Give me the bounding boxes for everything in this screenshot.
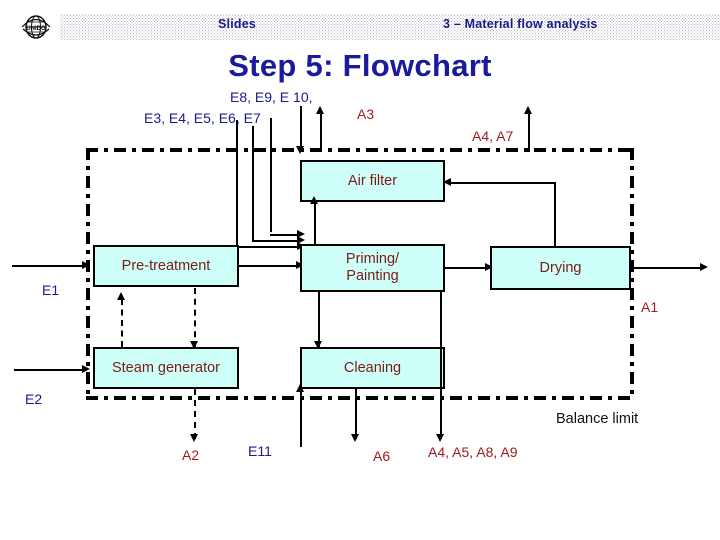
connector-pretreat-to-priming <box>239 265 299 267</box>
arrowhead-a4-a7 <box>524 106 532 114</box>
connector-drying-to-airfilter-h <box>450 182 556 184</box>
arrowhead-steam-to-pretreat <box>117 292 125 300</box>
arrowhead-e1 <box>82 261 90 269</box>
header-right-label: 3 – Material flow analysis <box>443 17 598 31</box>
arrowhead-drying-to-airfilter <box>443 178 451 186</box>
arrowhead-e8-e10 <box>296 146 304 154</box>
connector-e-line-3 <box>270 118 272 232</box>
header-band <box>60 14 720 40</box>
process-box-cleaning-label: Cleaning <box>343 359 402 376</box>
label-output-a2: A2 <box>182 447 200 463</box>
label-output-a6: A6 <box>373 448 391 464</box>
page-title: Step 5: Flowchart <box>228 48 492 83</box>
process-box-air-filter-label: Air filter <box>347 172 398 189</box>
connector-priming-to-drying <box>445 267 490 269</box>
arrowhead-a3 <box>316 106 324 114</box>
process-box-priming-painting-label-1: Priming/ <box>345 251 400 268</box>
label-output-a4-a5-a8-a9: A4, A5, A8, A9 <box>428 444 518 460</box>
process-box-priming-painting[interactable]: Priming/ Painting <box>300 244 445 292</box>
process-box-pre-treatment[interactable]: Pre-treatment <box>93 245 239 287</box>
connector-a4-a7 <box>528 112 530 152</box>
label-input-e11: E11 <box>248 443 272 459</box>
connector-steam-to-pretreat <box>121 299 123 347</box>
connector-a2-dashed <box>194 389 196 439</box>
arrowhead-a6 <box>351 434 359 442</box>
arrowhead-a4-a5-a8-a9 <box>436 434 444 442</box>
connector-a1 <box>631 267 703 269</box>
process-box-cleaning[interactable]: Cleaning <box>300 347 445 389</box>
connector-pretreat-down-dashed <box>194 288 196 348</box>
label-output-a4-a7: A4, A7 <box>472 128 514 144</box>
connector-a4-a5-a8-a9 <box>440 292 442 439</box>
arrowhead-a1 <box>700 263 708 271</box>
connector-e-line-1b <box>236 246 300 248</box>
arrowhead-priming-to-airfilter <box>310 196 318 204</box>
process-box-drying-label: Drying <box>539 259 582 276</box>
connector-a3 <box>320 112 322 152</box>
connector-e-line-1 <box>236 120 238 248</box>
process-box-steam-generator-label: Steam generator <box>111 359 220 376</box>
arrowhead-e-3 <box>297 230 305 238</box>
label-output-a3: A3 <box>357 106 375 122</box>
slide-canvas: UNIDO Slides 3 – Material flow analysis … <box>0 0 720 540</box>
connector-e-line-2 <box>252 126 254 242</box>
process-box-air-filter[interactable]: Air filter <box>300 160 445 202</box>
connector-e2 <box>14 369 84 371</box>
label-input-e2: E2 <box>25 391 43 407</box>
connector-a6 <box>355 389 357 439</box>
label-output-a1: A1 <box>641 299 659 315</box>
process-box-steam-generator[interactable]: Steam generator <box>93 347 239 389</box>
arrowhead-e2 <box>82 365 90 373</box>
connector-e11 <box>300 389 302 447</box>
connector-e-line-3b <box>270 234 300 236</box>
connector-priming-to-airfilter <box>314 202 316 246</box>
connector-priming-to-cleaning <box>318 292 320 348</box>
connector-e8-e10 <box>300 106 302 150</box>
label-input-e1: E1 <box>42 282 60 298</box>
connector-e-line-2b <box>252 240 300 242</box>
label-inputs-top-2: E3, E4, E5, E6, E7 <box>144 110 261 126</box>
boundary-bottom <box>86 396 634 400</box>
svg-text:UNIDO: UNIDO <box>26 26 46 32</box>
label-inputs-top-1: E8, E9, E 10, <box>230 89 313 105</box>
connector-drying-to-airfilter-v <box>554 182 556 248</box>
boundary-left <box>86 148 90 400</box>
process-box-priming-painting-label-2: Painting <box>346 268 399 284</box>
connector-e1 <box>12 265 84 267</box>
arrowhead-a2 <box>190 434 198 442</box>
process-box-drying[interactable]: Drying <box>490 246 631 290</box>
header-left-label: Slides <box>218 17 257 31</box>
boundary-top <box>86 148 634 152</box>
unido-globe-logo-icon: UNIDO <box>21 15 51 39</box>
process-box-pre-treatment-label: Pre-treatment <box>121 257 211 274</box>
label-balance-limit: Balance limit <box>556 411 639 427</box>
arrowhead-e11 <box>296 384 304 392</box>
arrowhead-pretreat-down-dashed <box>190 341 198 349</box>
